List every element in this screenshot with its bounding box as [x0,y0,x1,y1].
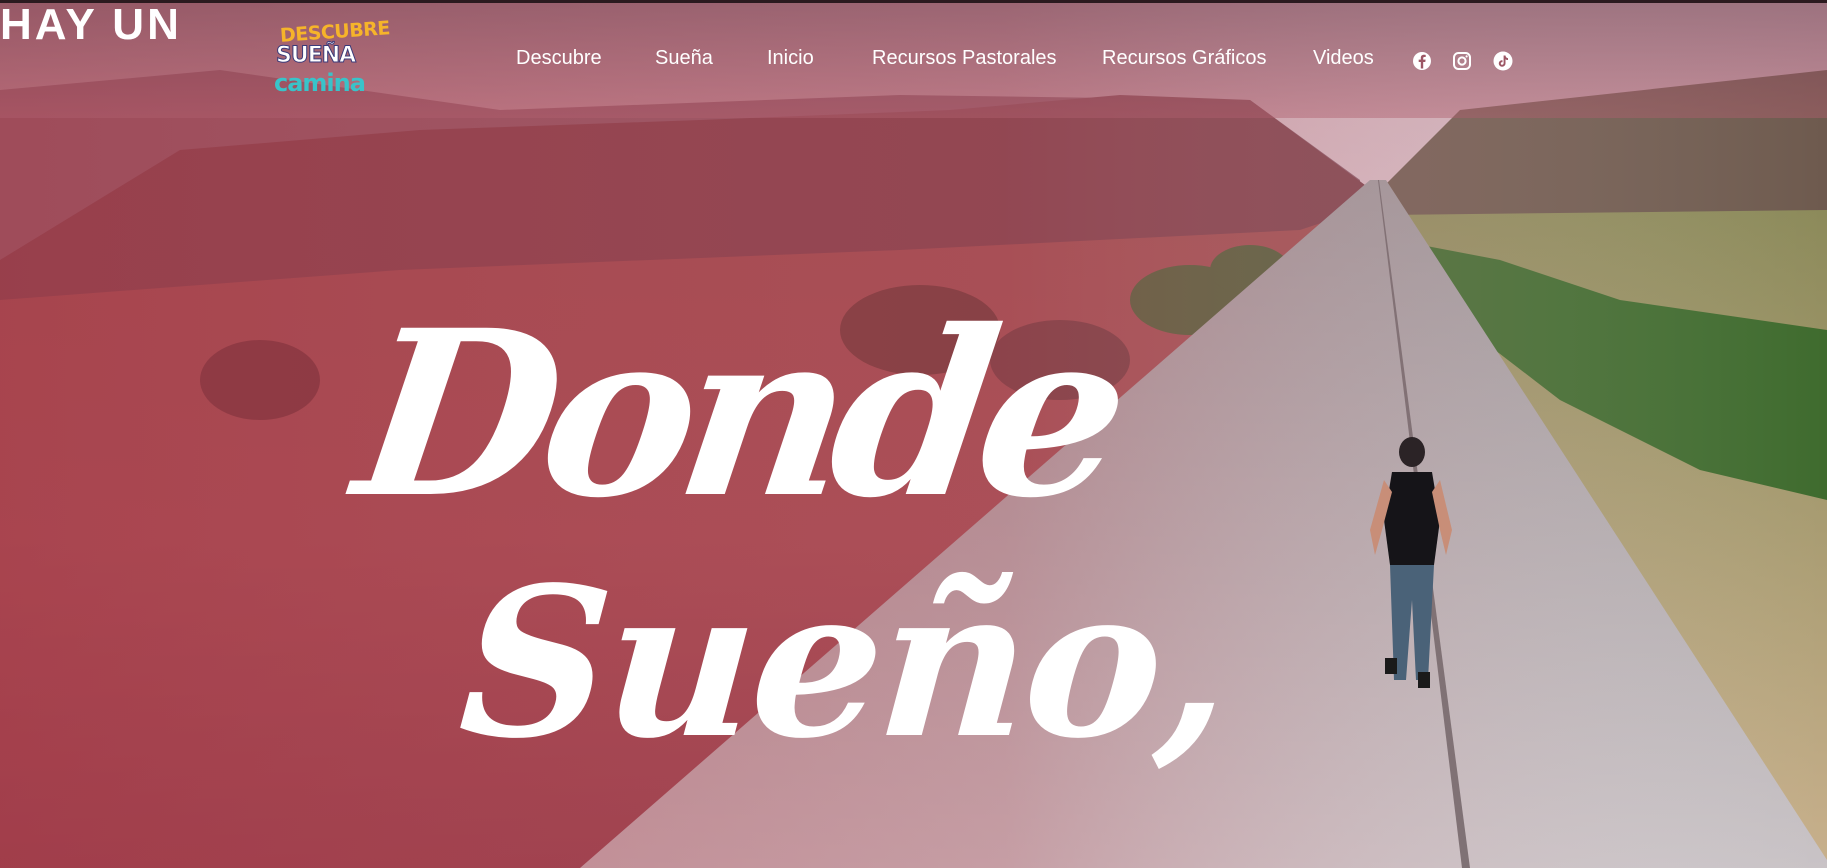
landscape-image [0,0,1827,868]
logo-line-3: camina [274,69,366,97]
nav-item-recursos-pastorales[interactable]: Recursos Pastorales [872,47,1057,70]
site-header: DESCUBRE SUEÑA camina Descubre Sueña Ini… [0,3,1827,118]
nav-item-suena[interactable]: Sueña [655,47,713,70]
nav-item-videos[interactable]: Videos [1313,47,1374,70]
logo-line-2: SUEÑA [275,43,356,69]
site-logo[interactable]: DESCUBRE SUEÑA camina [272,17,391,103]
hero-background [0,0,1827,868]
nav-item-recursos-graficos[interactable]: Recursos Gráficos [1102,47,1267,70]
tiktok-icon[interactable] [1493,51,1513,71]
instagram-icon[interactable] [1452,51,1472,71]
facebook-icon[interactable] [1412,51,1432,71]
nav-item-inicio[interactable]: Inicio [767,47,814,70]
nav-item-descubre[interactable]: Descubre [516,47,602,70]
